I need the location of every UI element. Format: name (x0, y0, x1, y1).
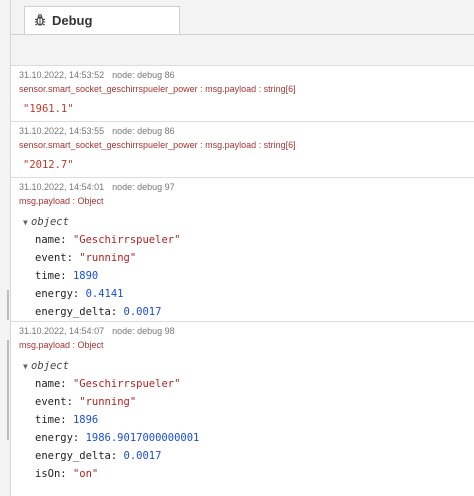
object-property[interactable]: name: "Geschirrspueler" (35, 234, 180, 246)
debug-message: 31.10.2022, 14:53:52 node: debug 86 senso… (11, 66, 474, 122)
message-node[interactable]: node: debug 98 (112, 326, 175, 336)
message-timestamp: 31.10.2022, 14:54:07 (19, 326, 105, 336)
object-property[interactable]: energy_delta: 0.0017 (35, 306, 161, 318)
message-node[interactable]: node: debug 97 (112, 182, 175, 192)
caret-down-icon: ▼ (23, 218, 28, 227)
debug-window: Debug 31.10.2022, 14:53:52 node: debug 86… (0, 0, 474, 496)
property-value: "running" (79, 252, 137, 264)
debug-toolbar (11, 35, 474, 66)
property-key: event: (35, 396, 80, 408)
property-key: energy_delta: (35, 450, 124, 462)
property-value: 1896 (72, 414, 99, 426)
object-label: object (31, 360, 69, 372)
message-payload[interactable]: "1961.1" (23, 103, 74, 115)
debug-message: 31.10.2022, 14:53:55 node: debug 86 senso… (11, 122, 474, 178)
property-key: energy: (35, 432, 86, 444)
message-payload[interactable]: "2012.7" (23, 159, 74, 171)
object-property[interactable]: energy: 1986.9017000000001 (35, 432, 199, 444)
debug-message: 31.10.2022, 14:54:07 node: debug 98 msg.p… (11, 322, 474, 496)
scrollbar-track[interactable] (7, 340, 9, 440)
property-value: 0.0017 (123, 450, 162, 462)
property-key: energy: (35, 288, 86, 300)
property-key: energy_delta: (35, 306, 124, 318)
debug-message-list: 31.10.2022, 14:53:52 node: debug 86 senso… (11, 66, 474, 496)
property-value: 1890 (72, 270, 99, 282)
property-value: 0.0017 (123, 306, 162, 318)
message-node[interactable]: node: debug 86 (112, 70, 175, 80)
message-timestamp: 31.10.2022, 14:54:01 (19, 182, 105, 192)
debug-message: 31.10.2022, 14:54:01 node: debug 97 msg.p… (11, 178, 474, 322)
property-value: 1986.9017000000001 (85, 432, 200, 444)
object-property[interactable]: energy: 0.4141 (35, 288, 124, 300)
message-meta: 31.10.2022, 14:54:07 node: debug 98 (19, 326, 175, 336)
message-timestamp: 31.10.2022, 14:53:52 (19, 70, 105, 80)
object-property[interactable]: name: "Geschirrspueler" (35, 378, 180, 390)
property-value: 0.4141 (85, 288, 124, 300)
message-meta: 31.10.2022, 14:54:01 node: debug 97 (19, 182, 175, 192)
property-value: "Geschirrspueler" (72, 378, 181, 390)
message-topic: msg.payload : Object (19, 196, 104, 206)
message-node[interactable]: node: debug 86 (112, 126, 175, 136)
property-key: event: (35, 252, 80, 264)
bug-icon (34, 14, 46, 26)
object-property[interactable]: isOn: "on" (35, 468, 98, 480)
object-property[interactable]: event: "running" (35, 252, 136, 264)
splitter-handle[interactable] (7, 290, 9, 320)
property-value: "running" (79, 396, 137, 408)
sidebar-tab-bar: Debug (11, 0, 474, 35)
tab-debug-label: Debug (52, 13, 93, 28)
object-property[interactable]: energy_delta: 0.0017 (35, 450, 161, 462)
message-meta: 31.10.2022, 14:53:55 node: debug 86 (19, 126, 175, 136)
caret-down-icon: ▼ (23, 362, 28, 371)
message-topic: msg.payload : Object (19, 340, 104, 350)
message-topic: sensor.smart_socket_geschirrspueler_powe… (19, 140, 296, 150)
property-key: name: (35, 378, 73, 390)
property-key: name: (35, 234, 73, 246)
property-key: isOn: (35, 468, 73, 480)
object-tree-toggle[interactable]: ▼ object (23, 216, 69, 228)
object-tree-toggle[interactable]: ▼ object (23, 360, 69, 372)
object-property[interactable]: time: 1890 (35, 270, 98, 282)
message-topic: sensor.smart_socket_geschirrspueler_powe… (19, 84, 296, 94)
property-key: time: (35, 270, 73, 282)
object-label: object (31, 216, 69, 228)
tab-debug[interactable]: Debug (24, 6, 180, 34)
message-meta: 31.10.2022, 14:53:52 node: debug 86 (19, 70, 175, 80)
object-property[interactable]: time: 1896 (35, 414, 98, 426)
property-value: "Geschirrspueler" (72, 234, 181, 246)
object-property[interactable]: event: "running" (35, 396, 136, 408)
workspace-edge (0, 0, 11, 496)
property-value: "on" (72, 468, 99, 480)
message-timestamp: 31.10.2022, 14:53:55 (19, 126, 105, 136)
property-key: time: (35, 414, 73, 426)
